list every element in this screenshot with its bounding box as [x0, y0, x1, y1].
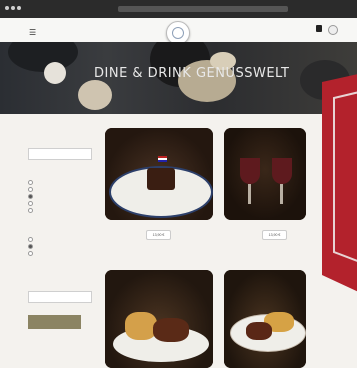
browser-window: ☰ DINE & DRINK GENUSSWELT 13,90 € 13,90 … [0, 0, 357, 368]
filter-radio-selected[interactable] [28, 194, 33, 199]
glass-stem [280, 184, 283, 204]
product-card[interactable] [105, 128, 213, 220]
filter-radio-selected[interactable] [28, 244, 33, 249]
apply-filter-button[interactable] [28, 315, 81, 329]
price-badge: 13,90 € [262, 230, 287, 240]
price-badge: 13,90 € [146, 230, 171, 240]
address-bar[interactable] [118, 6, 288, 12]
maximize-window-icon[interactable] [17, 6, 21, 10]
filter-radio[interactable] [28, 208, 33, 213]
product-card[interactable] [105, 270, 213, 368]
dessert-glass [272, 158, 292, 184]
steak [246, 322, 272, 340]
minimize-window-icon[interactable] [11, 6, 15, 10]
filter-radio[interactable] [28, 187, 33, 192]
cart-icon[interactable] [316, 25, 322, 32]
brand-ribbon [322, 74, 357, 292]
filter-select[interactable] [28, 291, 92, 303]
filter-radio[interactable] [28, 180, 33, 185]
cake [147, 168, 175, 190]
flag-pick [158, 156, 167, 162]
title-bar [0, 0, 357, 18]
user-icon[interactable] [328, 25, 338, 35]
filter-select[interactable] [28, 148, 92, 160]
hero-decor [8, 42, 78, 72]
logo-emblem [172, 27, 184, 39]
close-window-icon[interactable] [5, 6, 9, 10]
product-image [224, 128, 306, 220]
product-card[interactable] [224, 270, 306, 368]
filter-radio[interactable] [28, 237, 33, 242]
hero-title: DINE & DRINK GENUSSWELT [94, 66, 290, 81]
dessert-glass [240, 158, 260, 184]
filter-radio[interactable] [28, 251, 33, 256]
hero-bowl [44, 62, 66, 84]
menu-icon[interactable]: ☰ [29, 28, 36, 37]
site-navbar: ☰ [0, 18, 357, 45]
hero-food [78, 80, 112, 110]
steak [153, 318, 189, 342]
glass-stem [248, 184, 251, 204]
filter-radio[interactable] [28, 201, 33, 206]
product-card[interactable] [224, 128, 306, 220]
